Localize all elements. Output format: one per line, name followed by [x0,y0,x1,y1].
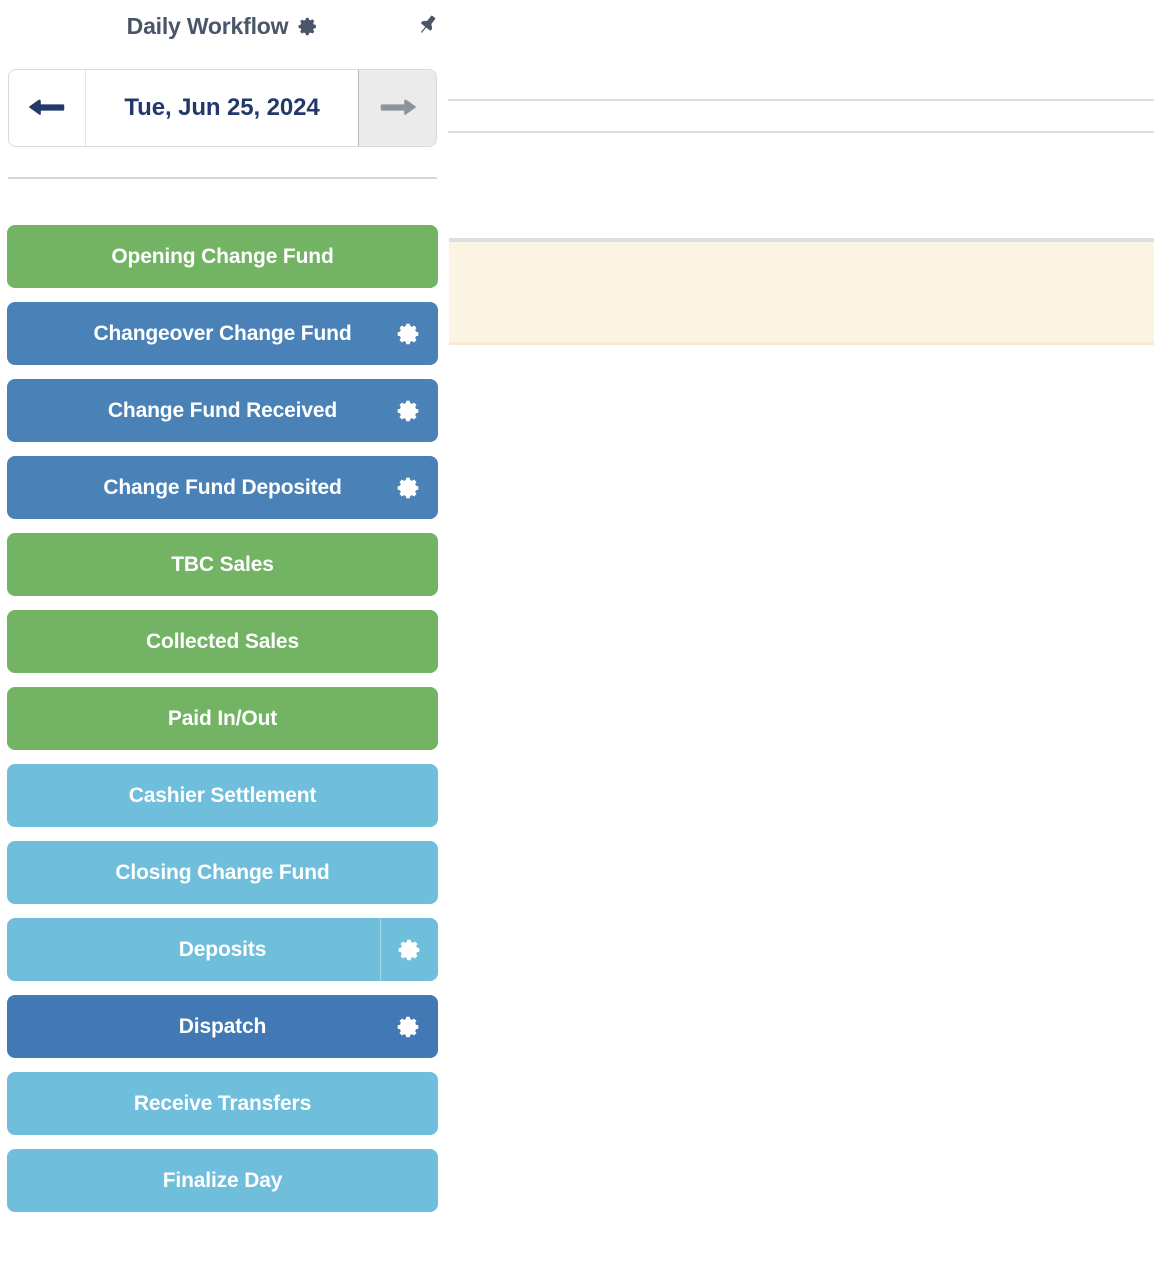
workflow-step-button[interactable]: Paid In/Out [7,687,438,750]
workflow-step-button[interactable]: Deposits [7,918,438,981]
workflow-step-label: Receive Transfers [133,1091,312,1115]
workflow-step-label: Closing Change Fund [115,860,330,884]
workflow-step-button[interactable]: Changeover Change Fund [7,302,438,365]
arrow-left-icon [27,96,67,121]
gear-icon[interactable] [380,995,438,1058]
arrow-right-icon [378,96,418,121]
panel-header: Daily Workflow [0,0,446,52]
gear-icon[interactable] [297,16,319,38]
workflow-step-label: Change Fund Received [107,398,338,422]
page-title: Daily Workflow [126,12,289,39]
workflow-step-label: Paid In/Out [167,706,278,730]
app-root: Daily Workflow Tue, Jun 25, 2024 Opening… [0,0,1154,1274]
gear-icon[interactable] [380,302,438,365]
workflow-step-button[interactable]: Change Fund Received [7,379,438,442]
workflow-step-list: Opening Change Fund Changeover Change Fun… [7,225,438,1226]
daily-workflow-panel: Daily Workflow Tue, Jun 25, 2024 Opening… [0,0,446,1274]
workflow-step-button[interactable]: Cashier Settlement [7,764,438,827]
content-rule-second [448,131,1154,133]
gear-icon[interactable] [380,456,438,519]
workflow-step-label: Change Fund Deposited [103,475,342,499]
workflow-step-label: Collected Sales [146,629,299,653]
panel-divider [8,177,437,179]
previous-day-button[interactable] [9,70,86,146]
workflow-step-label: Changeover Change Fund [93,321,352,345]
workflow-step-button[interactable]: Receive Transfers [7,1072,438,1135]
gear-icon[interactable] [380,918,438,981]
workflow-step-label: TBC Sales [171,552,274,576]
workflow-step-button[interactable]: TBC Sales [7,533,438,596]
workflow-step-label: Finalize Day [162,1168,283,1192]
workflow-step-button[interactable]: Dispatch [7,995,438,1058]
workflow-step-button[interactable]: Change Fund Deposited [7,456,438,519]
next-day-button[interactable] [358,70,436,146]
main-content-area [446,0,1154,1274]
workflow-step-button[interactable]: Closing Change Fund [7,841,438,904]
workflow-step-button[interactable]: Opening Change Fund [7,225,438,288]
current-date-display[interactable]: Tue, Jun 25, 2024 [86,70,358,146]
workflow-step-label: Opening Change Fund [111,244,334,268]
notice-panel [449,238,1154,345]
workflow-step-label: Deposits [178,937,267,961]
gear-icon[interactable] [380,379,438,442]
pin-icon[interactable] [410,8,444,42]
workflow-step-label: Dispatch [178,1014,267,1038]
date-navigator: Tue, Jun 25, 2024 [8,69,437,147]
workflow-step-label: Cashier Settlement [128,783,317,807]
workflow-step-button[interactable]: Collected Sales [7,610,438,673]
workflow-step-button[interactable]: Finalize Day [7,1149,438,1212]
content-rule-top [448,99,1154,101]
